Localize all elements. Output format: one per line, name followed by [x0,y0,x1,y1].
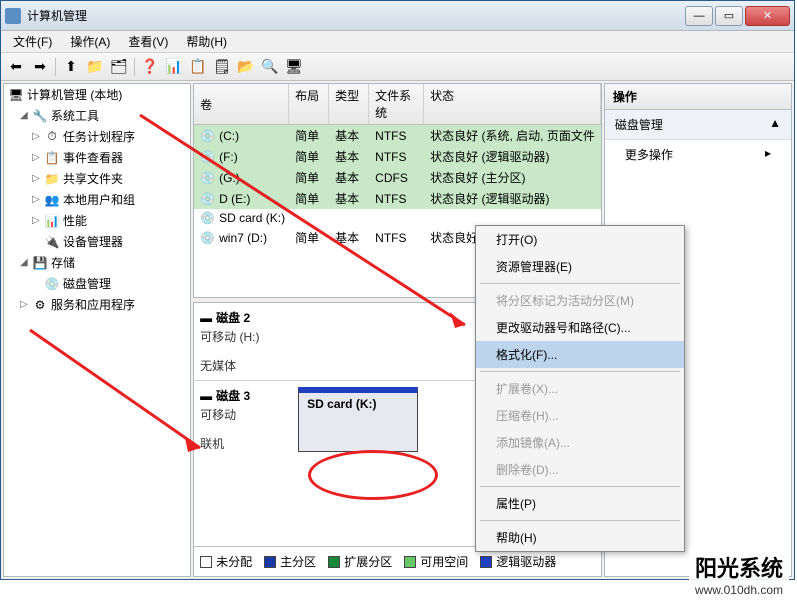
help-icon[interactable]: ❓ [139,56,161,78]
ctx-shrink: 压缩卷(H)... [476,402,684,429]
ctx-mirror: 添加镜像(A)... [476,429,684,456]
tree-shared-folders[interactable]: ▷📁共享文件夹 [4,168,190,189]
tree-system-tools[interactable]: ◢🔧系统工具 [4,105,190,126]
drive-icon: 💿 [200,171,215,185]
computer-icon[interactable]: 🖥 [283,56,305,78]
ctx-open[interactable]: 打开(O) [476,226,684,253]
view3-icon[interactable]: 🗒 [211,56,233,78]
col-type[interactable]: 类型 [329,84,369,124]
volume-header: 卷 布局 类型 文件系统 状态 [194,84,601,125]
ctx-delete: 删除卷(D)... [476,456,684,483]
drive-icon: 💿 [200,129,215,143]
legend-extended-swatch [328,556,340,568]
menu-view[interactable]: 查看(V) [120,31,176,52]
folder-icon[interactable]: 📁 [84,56,106,78]
volume-row[interactable]: 💿(G:)简单基本CDFS状态良好 (主分区) [194,167,601,188]
legend-unallocated-swatch [200,556,212,568]
tree-disk-management[interactable]: 💿磁盘管理 [4,273,190,294]
col-status[interactable]: 状态 [424,84,601,124]
chevron-right-icon: ▸ [765,146,771,163]
tree-performance[interactable]: ▷📊性能 [4,210,190,231]
maximize-button[interactable]: ▭ [715,6,743,26]
ctx-explorer[interactable]: 资源管理器(E) [476,253,684,280]
ctx-extend: 扩展卷(X)... [476,375,684,402]
tree-root[interactable]: 🖥计算机管理 (本地) [4,84,190,105]
tree-storage[interactable]: ◢💾存储 [4,252,190,273]
disk-icon: ▬ [200,389,212,403]
context-menu: 打开(O) 资源管理器(E) 将分区标记为活动分区(M) 更改驱动器号和路径(C… [475,225,685,552]
props-icon[interactable]: 🗂 [108,56,130,78]
drive-icon: 💿 [200,211,215,225]
search-icon[interactable]: 🔍 [259,56,281,78]
watermark: 阳光系统 www.010dh.com [689,549,789,599]
tree-task-scheduler[interactable]: ▷⏱任务计划程序 [4,126,190,147]
chevron-up-icon: ▲ [769,116,781,133]
window-title: 计算机管理 [27,7,685,24]
view2-icon[interactable]: 📋 [187,56,209,78]
close-button[interactable]: ✕ [745,6,790,26]
drive-icon: 💿 [200,231,215,245]
col-filesystem[interactable]: 文件系统 [369,84,424,124]
view1-icon[interactable]: 📊 [163,56,185,78]
ctx-format[interactable]: 格式化(F)... [476,341,684,368]
app-icon [5,8,21,24]
navigation-tree: 🖥计算机管理 (本地) ◢🔧系统工具 ▷⏱任务计划程序 ▷📋事件查看器 ▷📁共享… [3,83,191,577]
menu-action[interactable]: 操作(A) [62,31,118,52]
volume-row[interactable]: 💿(F:)简单基本NTFS状态良好 (逻辑驱动器) [194,146,601,167]
ctx-help[interactable]: 帮助(H) [476,524,684,551]
ctx-properties[interactable]: 属性(P) [476,490,684,517]
up-icon[interactable]: ⬆ [60,56,82,78]
legend-primary-swatch [264,556,276,568]
tree-device-manager[interactable]: 🔌设备管理器 [4,231,190,252]
ctx-mark-active: 将分区标记为活动分区(M) [476,287,684,314]
menu-file[interactable]: 文件(F) [5,31,60,52]
tree-event-viewer[interactable]: ▷📋事件查看器 [4,147,190,168]
ctx-change-letter[interactable]: 更改驱动器号和路径(C)... [476,314,684,341]
actions-header: 操作 [605,84,791,110]
forward-icon[interactable]: ➡ [29,56,51,78]
minimize-button[interactable]: — [685,6,713,26]
legend-free-swatch [404,556,416,568]
actions-section[interactable]: 磁盘管理 ▲ [605,110,791,140]
refresh-icon[interactable]: 📂 [235,56,257,78]
sdcard-partition[interactable]: SD card (K:) [298,387,418,452]
tree-services[interactable]: ▷⚙服务和应用程序 [4,294,190,315]
col-volume[interactable]: 卷 [194,84,289,124]
menu-help[interactable]: 帮助(H) [178,31,235,52]
disk-icon: ▬ [200,311,212,325]
drive-icon: 💿 [200,192,215,206]
volume-row[interactable]: 💿(C:)简单基本NTFS状态良好 (系统, 启动, 页面文件 [194,125,601,146]
tree-local-users[interactable]: ▷👥本地用户和组 [4,189,190,210]
more-actions[interactable]: 更多操作 ▸ [605,140,791,169]
toolbar: ⬅ ➡ ⬆ 📁 🗂 ❓ 📊 📋 🗒 📂 🔍 🖥 [1,53,794,81]
drive-icon: 💿 [200,150,215,164]
volume-row[interactable]: 💿D (E:)简单基本NTFS状态良好 (逻辑驱动器) [194,188,601,209]
col-layout[interactable]: 布局 [289,84,329,124]
legend-logical-swatch [480,556,492,568]
back-icon[interactable]: ⬅ [5,56,27,78]
